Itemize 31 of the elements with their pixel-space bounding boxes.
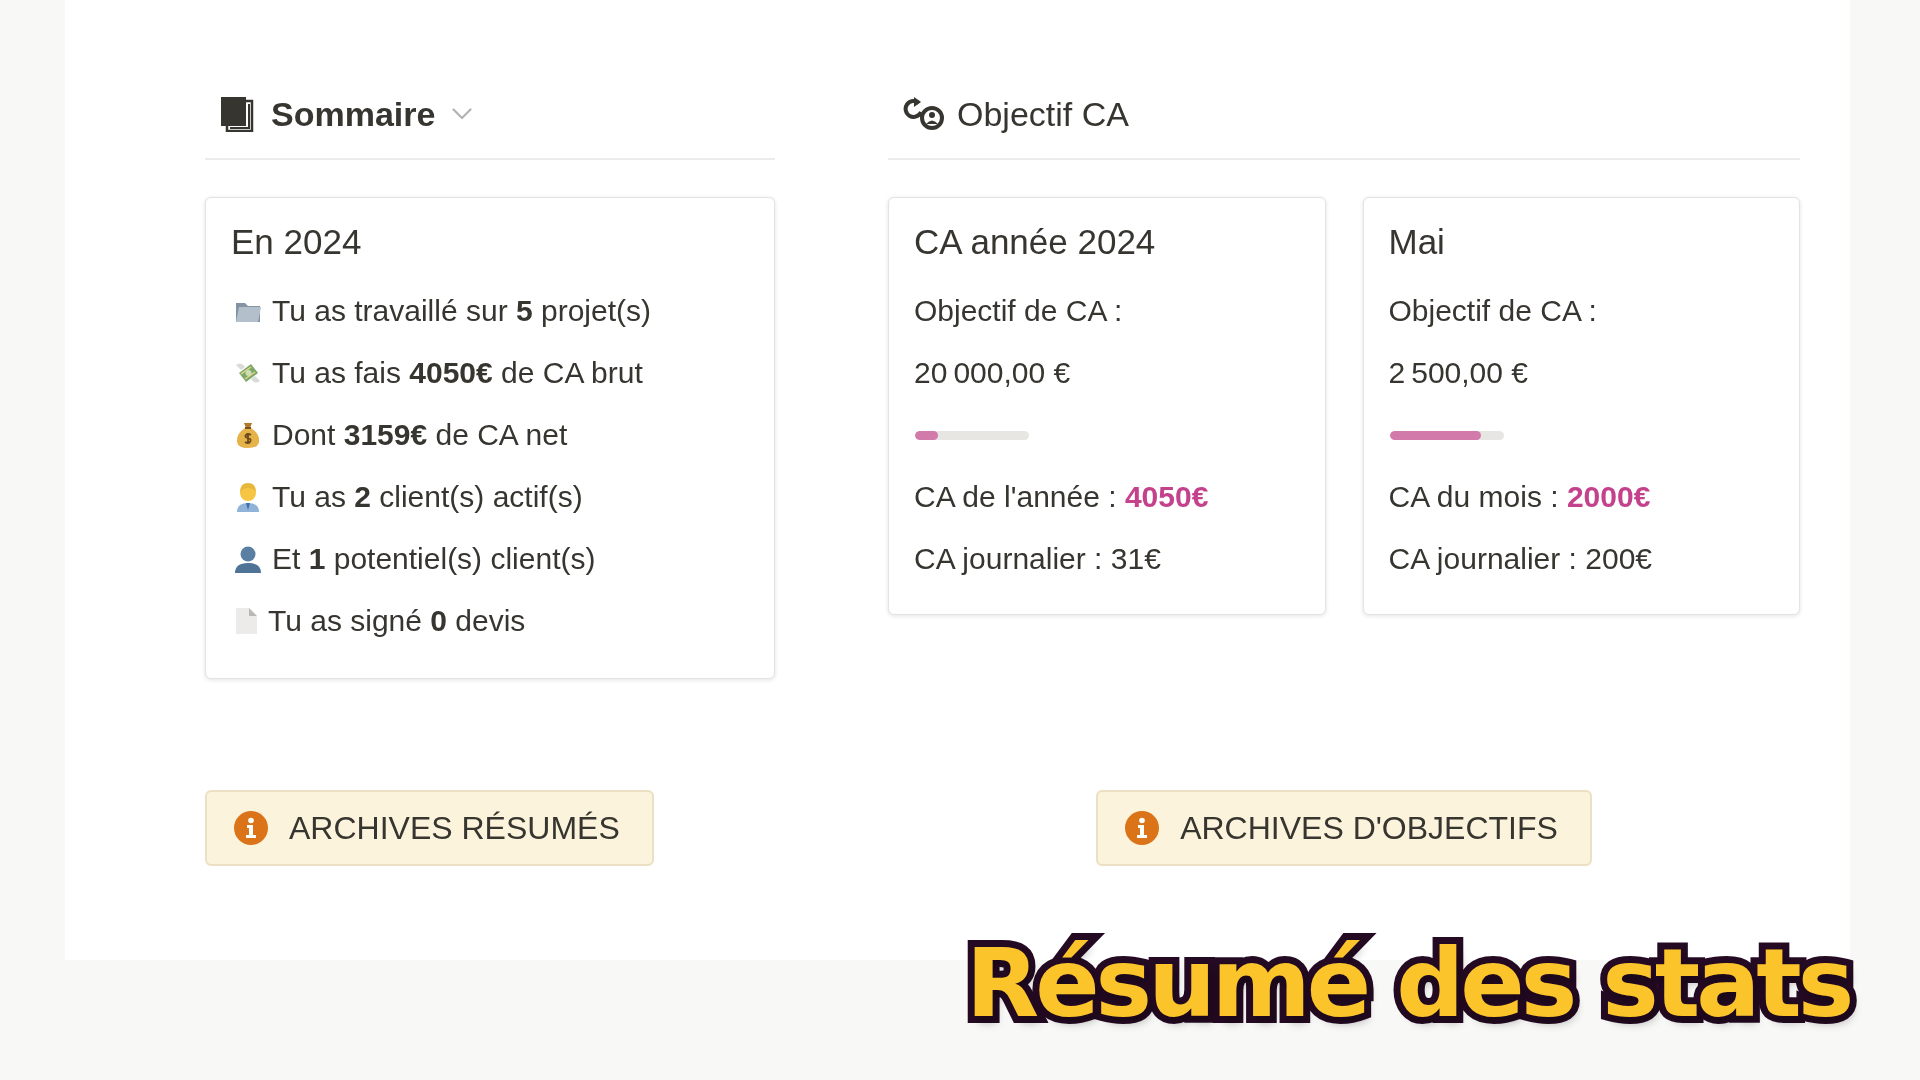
info-icon [234, 811, 268, 845]
info-icon [1125, 811, 1160, 845]
section-heading: Sommaire [271, 94, 436, 134]
stat-text: Tu as 2 client(s) actif(s) [272, 479, 583, 515]
revenue-text: CA de l'année : 4050€ [914, 479, 1210, 515]
card-title: Mai [1388, 222, 1446, 262]
stat-text: Tu as signé 0 devis [268, 603, 526, 639]
book-icon [220, 96, 254, 132]
person-icon [234, 482, 262, 512]
stat-text: Tu as fais 4050€ de CA brut [272, 355, 643, 391]
daily-revenue-text: CA journalier : 200€ [1388, 541, 1653, 577]
stat-text: Et 1 potentiel(s) client(s) [272, 541, 596, 577]
revenue-text: CA du mois : 2000€ [1388, 479, 1652, 515]
money-wings-icon [234, 360, 262, 386]
goal-label: Objectif de CA : [1388, 293, 1598, 329]
goal-label: Objectif de CA : [914, 293, 1124, 329]
user-silhouette-icon [234, 545, 262, 573]
money-bag-icon [234, 421, 262, 449]
stat-text: Dont 3159€ de CA net [272, 417, 568, 453]
archive-button[interactable]: ARCHIVES RÉSUMÉS [205, 790, 654, 866]
archive-button[interactable]: ARCHIVES D'OBJECTIFS [1096, 790, 1592, 866]
goal-amount: 2 500,00 € [1388, 355, 1529, 391]
daily-revenue-text: CA journalier : 31€ [914, 541, 1162, 577]
section-heading: Objectif CA [957, 94, 1129, 134]
circular-arrows-icon [903, 97, 944, 131]
document-icon [234, 607, 258, 635]
goal-amount: 20 000,00 € [914, 355, 1072, 391]
stat-text: Tu as travaillé sur 5 projet(s) [272, 293, 652, 329]
chevron-down-icon[interactable] [452, 108, 473, 120]
card-title: En 2024 [231, 222, 363, 262]
card-title: CA année 2024 [914, 222, 1157, 262]
